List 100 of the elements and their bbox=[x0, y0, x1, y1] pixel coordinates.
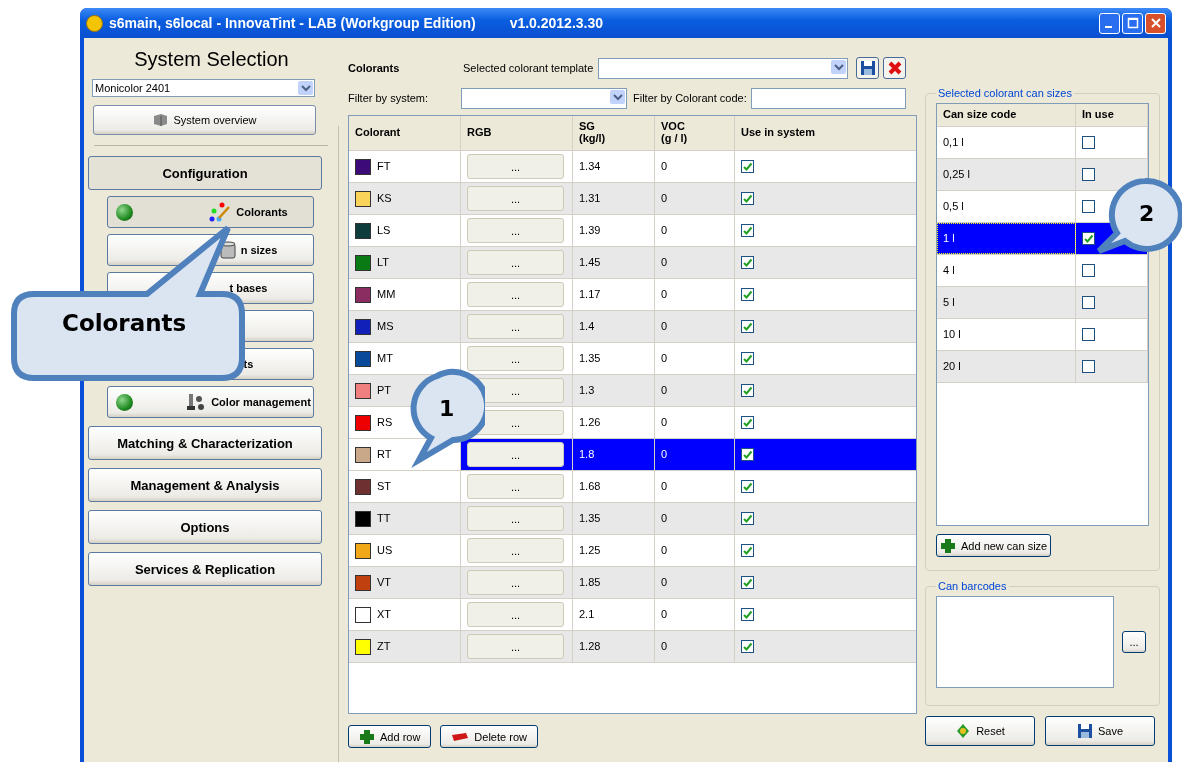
callout-text: 2 bbox=[1139, 201, 1155, 226]
table-cell: US bbox=[377, 544, 393, 557]
table-cell: 1.35 bbox=[579, 352, 601, 365]
checkbox[interactable] bbox=[741, 640, 754, 653]
table-cell: 0 bbox=[661, 608, 668, 621]
checkbox[interactable] bbox=[1082, 264, 1095, 277]
table-cell: PT bbox=[377, 384, 392, 397]
rgb-picker-button[interactable]: ... bbox=[467, 314, 564, 339]
table-cell: 20 l bbox=[943, 360, 961, 373]
checkbox[interactable] bbox=[741, 256, 754, 269]
checkbox[interactable] bbox=[1082, 328, 1095, 341]
checkbox[interactable] bbox=[741, 448, 754, 461]
checkbox[interactable] bbox=[1082, 168, 1095, 181]
field-label: Filter by system: bbox=[348, 92, 430, 104]
app-logo-icon bbox=[86, 14, 103, 32]
save-template-button[interactable] bbox=[856, 57, 880, 79]
browse-button[interactable]: ... bbox=[1122, 631, 1146, 653]
maximize-icon bbox=[1126, 17, 1139, 29]
close-button[interactable] bbox=[1145, 12, 1166, 34]
rgb-picker-button[interactable]: ... bbox=[467, 474, 564, 499]
system-overview-button[interactable]: System overview bbox=[93, 105, 316, 135]
table-cell: MM bbox=[377, 288, 396, 301]
table-cell: 1.8 bbox=[579, 448, 595, 461]
nav-item[interactable]: Colorants bbox=[107, 196, 314, 228]
maximize-button[interactable] bbox=[1122, 12, 1143, 34]
rgb-picker-button[interactable]: ... bbox=[467, 250, 564, 275]
section-button[interactable]: Services & Replication bbox=[88, 552, 322, 586]
table-cell: 0,5 l bbox=[943, 200, 964, 213]
minimize-button[interactable] bbox=[1099, 12, 1120, 34]
tools-icon bbox=[186, 392, 207, 412]
checkbox[interactable] bbox=[1082, 232, 1095, 245]
column-header[interactable]: Can size code bbox=[937, 104, 1076, 126]
barcodes-field[interactable] bbox=[936, 596, 1114, 688]
table-cell: 0,1 l bbox=[943, 136, 964, 149]
column-header[interactable]: RGB bbox=[461, 116, 573, 150]
colorant-code-field[interactable] bbox=[750, 87, 906, 109]
add-row-button[interactable]: Add row bbox=[348, 725, 432, 748]
rgb-picker-button[interactable]: ... bbox=[467, 346, 564, 371]
column-header[interactable]: In use bbox=[1076, 104, 1148, 126]
delete-row-button[interactable]: Delete row bbox=[440, 725, 538, 748]
checkbox[interactable] bbox=[741, 480, 754, 493]
table-cell: ST bbox=[377, 480, 392, 493]
rgb-picker-button[interactable]: ... bbox=[467, 442, 564, 467]
checkbox[interactable] bbox=[1082, 136, 1095, 149]
table-cell: 1.45 bbox=[579, 256, 601, 269]
checkbox[interactable] bbox=[741, 384, 754, 397]
checkbox[interactable] bbox=[741, 512, 754, 525]
system-select[interactable]: Monicolor 2401 bbox=[92, 79, 315, 97]
checkbox[interactable] bbox=[1082, 296, 1095, 309]
checkbox[interactable] bbox=[741, 224, 754, 237]
checkbox[interactable] bbox=[741, 320, 754, 333]
configuration-button[interactable]: Configuration bbox=[88, 156, 322, 190]
table-cell: ZT bbox=[377, 640, 391, 653]
section-title: Colorants bbox=[348, 62, 401, 74]
template-select[interactable] bbox=[598, 57, 849, 79]
rgb-picker-button[interactable]: ... bbox=[467, 570, 564, 595]
close-icon bbox=[1149, 17, 1162, 29]
section-button[interactable]: Matching & Characterization bbox=[88, 426, 322, 460]
rgb-picker-button[interactable]: ... bbox=[467, 506, 564, 531]
table-cell: 1.28 bbox=[579, 640, 601, 653]
nav-item[interactable]: Color management bbox=[107, 386, 314, 418]
checkbox[interactable] bbox=[741, 416, 754, 429]
column-header[interactable]: Use in system bbox=[735, 116, 916, 150]
checkbox[interactable] bbox=[741, 192, 754, 205]
save-button[interactable]: Save bbox=[1045, 716, 1155, 746]
rgb-picker-button[interactable]: ... bbox=[467, 538, 564, 563]
window-version: v1.0.2012.3.30 bbox=[509, 15, 604, 31]
checkbox[interactable] bbox=[1082, 200, 1095, 213]
table-cell: 1.68 bbox=[579, 480, 601, 493]
rgb-picker-button[interactable]: ... bbox=[467, 602, 564, 627]
callout-text: 1 bbox=[439, 396, 455, 421]
checkbox[interactable] bbox=[741, 608, 754, 621]
add-can-size-button[interactable]: Add new can size bbox=[936, 534, 1052, 557]
palette-brush-icon bbox=[209, 202, 232, 222]
section-button[interactable]: Management & Analysis bbox=[88, 468, 322, 502]
reset-button[interactable]: Reset bbox=[925, 716, 1035, 746]
checkbox[interactable] bbox=[741, 576, 754, 589]
checkbox[interactable] bbox=[1082, 360, 1095, 373]
table-cell: 5 l bbox=[943, 296, 955, 309]
column-header[interactable]: VOC (g / l) bbox=[655, 116, 735, 150]
checkbox[interactable] bbox=[741, 288, 754, 301]
field-label: Filter by Colorant code: bbox=[633, 92, 747, 104]
checkbox[interactable] bbox=[741, 352, 754, 365]
table-cell: 1.31 bbox=[579, 192, 601, 205]
rgb-picker-button[interactable]: ... bbox=[467, 218, 564, 243]
rgb-picker-button[interactable]: ... bbox=[467, 154, 564, 179]
system-filter-select[interactable] bbox=[461, 87, 627, 109]
rgb-picker-button[interactable]: ... bbox=[467, 634, 564, 659]
checkbox[interactable] bbox=[741, 160, 754, 173]
table-cell: 0 bbox=[661, 480, 668, 493]
section-button[interactable]: Options bbox=[88, 510, 322, 544]
column-header[interactable]: SG (kg/l) bbox=[573, 116, 655, 150]
checkbox[interactable] bbox=[741, 544, 754, 557]
delete-template-button[interactable] bbox=[883, 57, 907, 79]
table-cell: 0 bbox=[661, 416, 668, 429]
column-header[interactable]: Colorant bbox=[349, 116, 461, 150]
rgb-picker-button[interactable]: ... bbox=[467, 282, 564, 307]
rgb-picker-button[interactable]: ... bbox=[467, 186, 564, 211]
table-cell: 1.39 bbox=[579, 224, 601, 237]
table-cell: 4 l bbox=[943, 264, 955, 277]
